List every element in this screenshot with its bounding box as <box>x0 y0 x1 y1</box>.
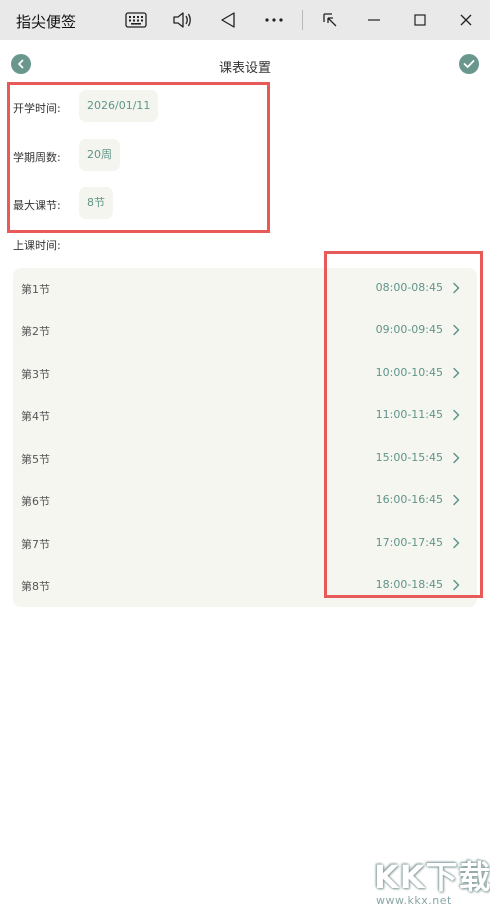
page-title: 课表设置 <box>218 61 271 76</box>
lesson-name: 第8节 <box>21 580 50 593</box>
back-triangle-icon[interactable] <box>216 8 240 32</box>
watermark: KK下载 www.kkx.net <box>372 852 490 907</box>
lesson-name: 第6节 <box>21 495 50 508</box>
app-title: 指尖便签 <box>16 13 77 31</box>
watermark-brand: KK下载 <box>374 858 490 896</box>
schedule-label: 上课时间: <box>13 239 61 252</box>
lesson-name: 第3节 <box>21 368 50 381</box>
confirm-button[interactable] <box>459 54 479 74</box>
annotation-box-settings <box>7 82 270 233</box>
lesson-name: 第4节 <box>21 410 50 423</box>
minimize-icon[interactable] <box>362 8 386 32</box>
titlebar-separator <box>302 10 303 30</box>
pin-window-icon[interactable] <box>318 8 342 32</box>
more-icon[interactable] <box>262 8 286 32</box>
maximize-icon[interactable] <box>408 8 432 32</box>
lesson-name: 第5节 <box>21 453 50 466</box>
annotation-box-times <box>324 251 483 598</box>
lesson-name: 第2节 <box>21 325 50 338</box>
keyboard-icon[interactable] <box>124 8 148 32</box>
watermark-url: www.kkx.net <box>376 894 452 907</box>
window-titlebar: 指尖便签 <box>0 0 490 40</box>
volume-icon[interactable] <box>170 8 194 32</box>
check-circle-icon <box>463 60 475 68</box>
lesson-name: 第7节 <box>21 538 50 551</box>
lesson-name: 第1节 <box>21 283 50 296</box>
close-icon[interactable] <box>454 8 478 32</box>
